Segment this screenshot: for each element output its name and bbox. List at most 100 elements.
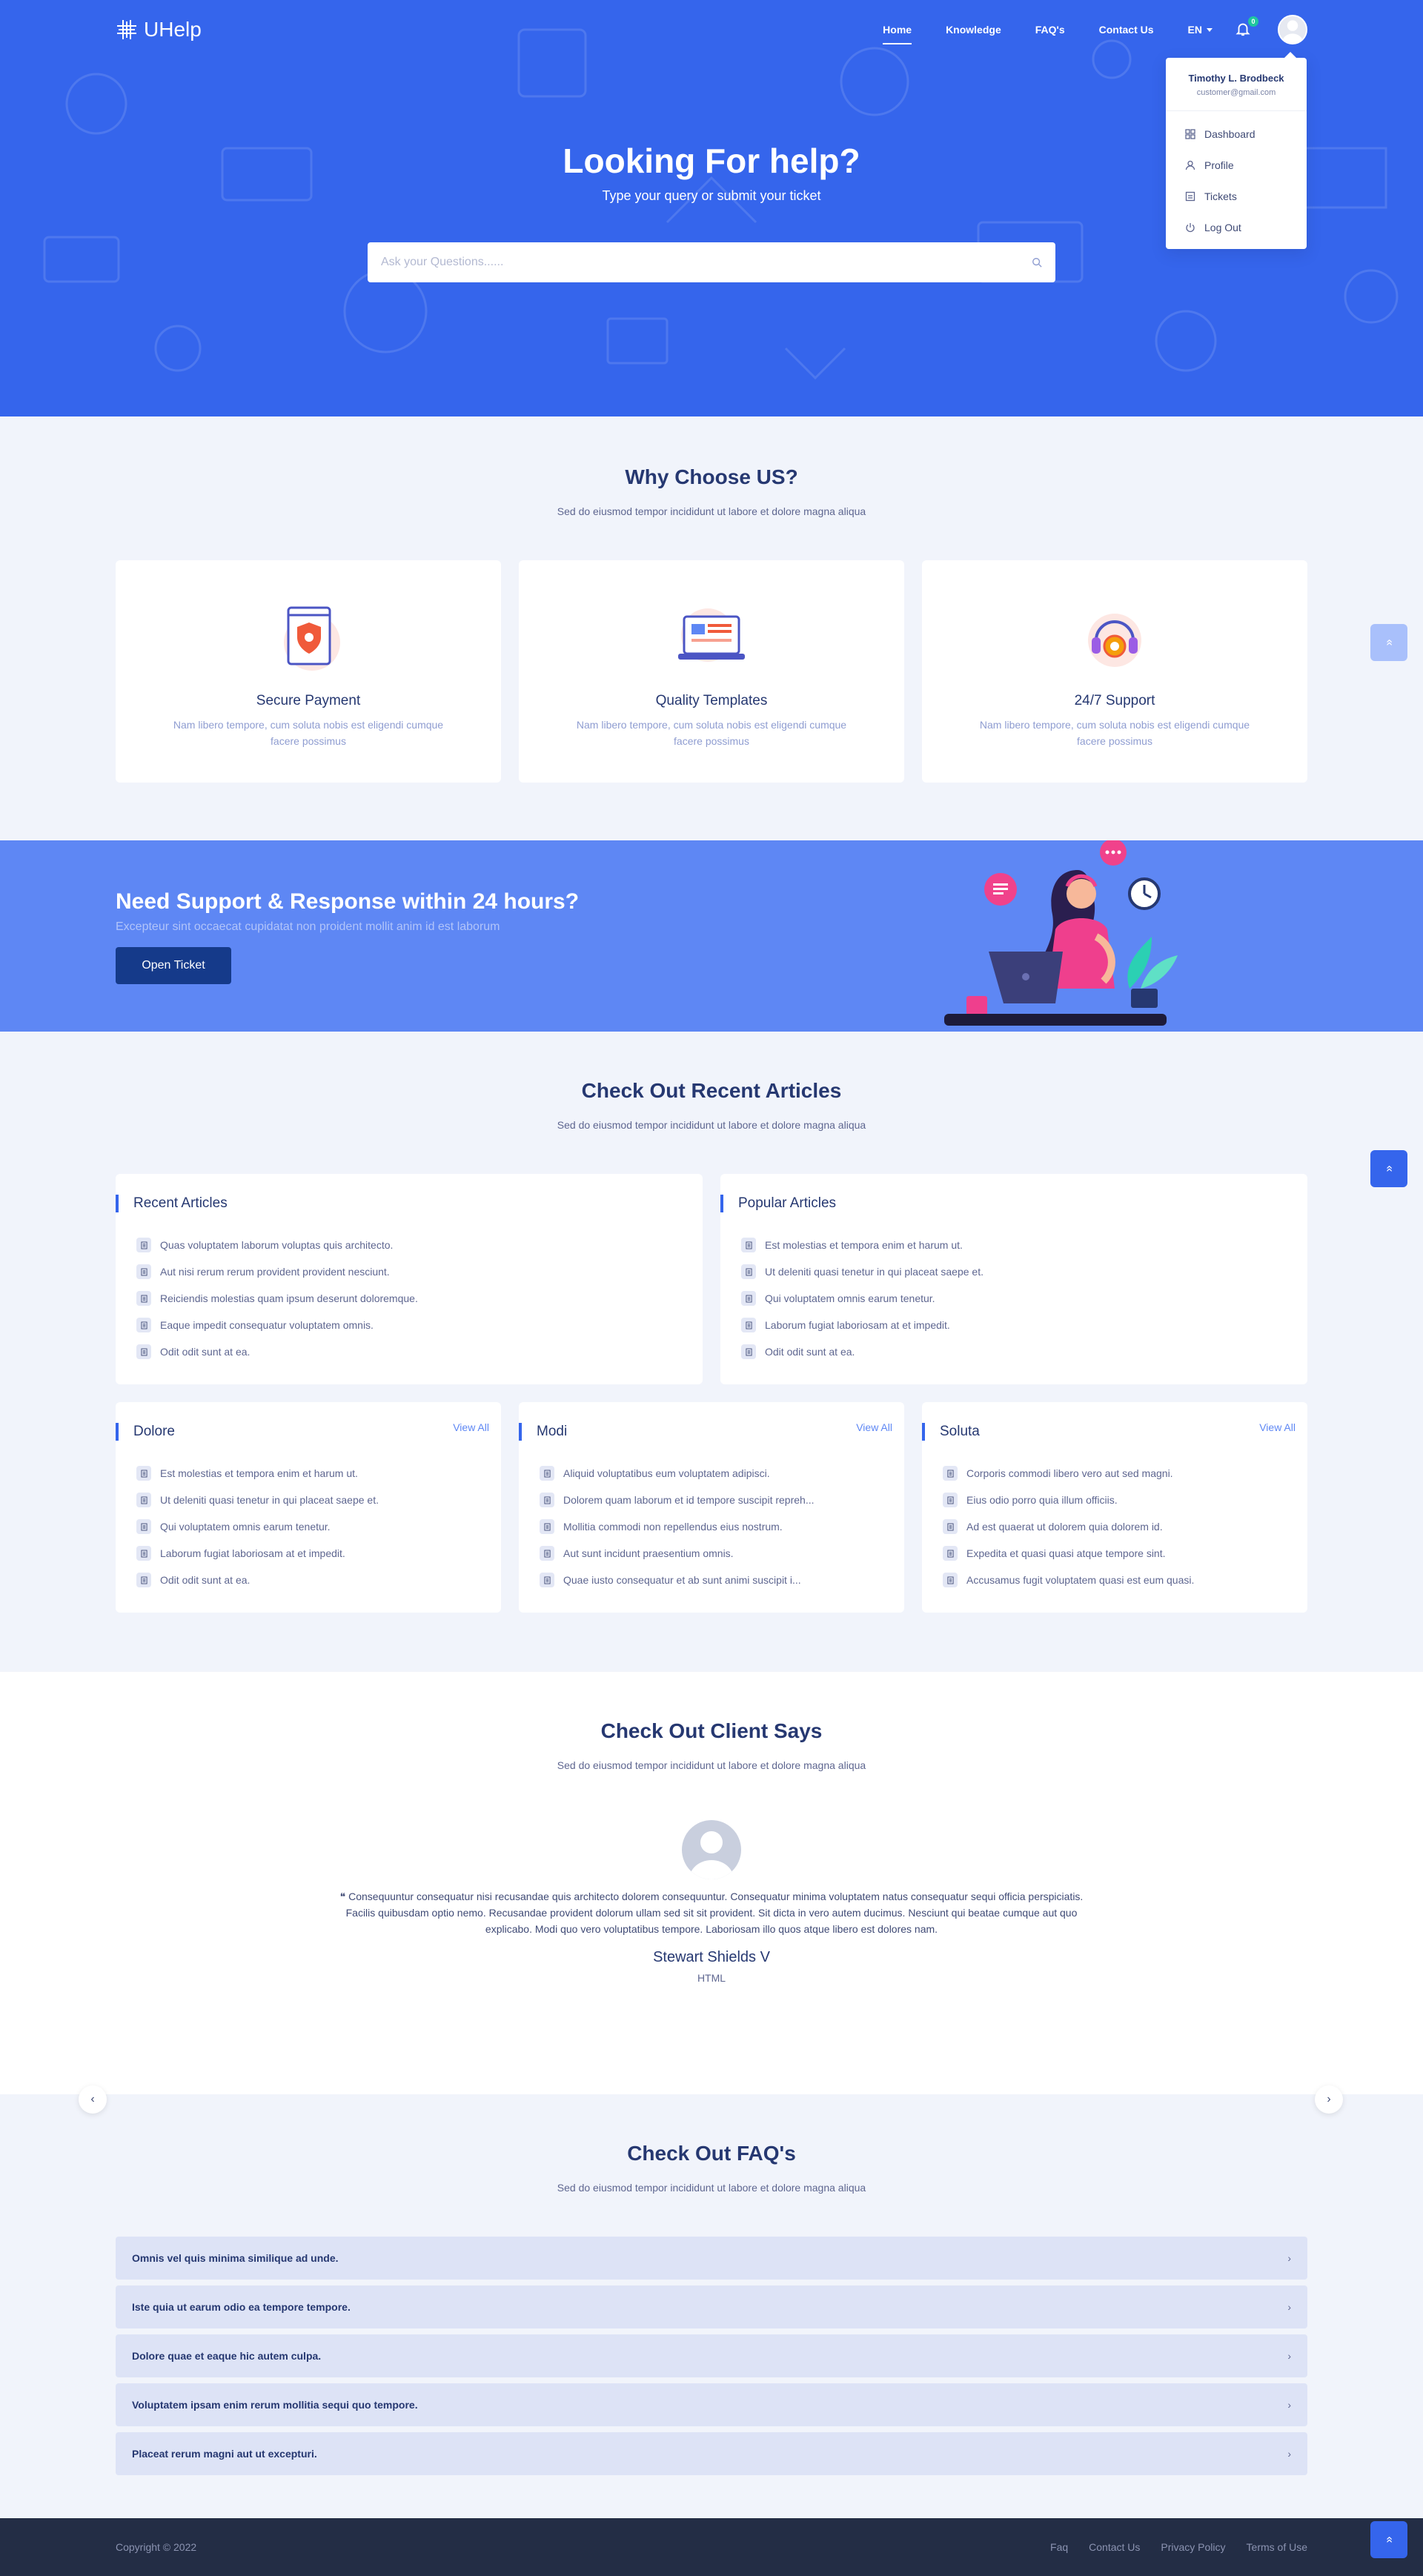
menu-tickets[interactable]: Tickets (1166, 181, 1307, 212)
carousel-prev-button[interactable]: ‹ (79, 2085, 107, 2114)
menu-logout[interactable]: Log Out (1166, 212, 1307, 243)
article-link[interactable]: Ad est quaerat ut dolorem quia dolorem i… (943, 1513, 1307, 1540)
article-title: Qui voluptatem omnis earum tenetur. (160, 1521, 331, 1533)
article-title: Ut deleniti quasi tenetur in qui placeat… (160, 1494, 379, 1506)
document-icon (741, 1291, 756, 1306)
notifications-button[interactable]: 0 (1235, 16, 1258, 39)
article-link[interactable]: Aliquid voluptatibus eum voluptatem adip… (540, 1460, 904, 1487)
notification-badge: 0 (1248, 16, 1258, 27)
document-icon (136, 1318, 151, 1332)
support-title: Need Support & Response within 24 hours? (116, 889, 580, 914)
user-avatar-icon (689, 1831, 734, 1879)
article-link[interactable]: Accusamus fugit voluptatem quasi est eum… (943, 1567, 1307, 1593)
footer-link-faq[interactable]: Faq (1050, 2541, 1068, 2553)
why-title: Why Choose US? (625, 465, 798, 488)
article-link[interactable]: Corporis commodi libero vero aut sed mag… (943, 1460, 1307, 1487)
why-subtitle: Sed do eiusmod tempor incididunt ut labo… (557, 505, 866, 517)
article-link[interactable]: Ut deleniti quasi tenetur in qui placeat… (136, 1487, 501, 1513)
article-title: Quas voluptatem laborum voluptas quis ar… (160, 1239, 394, 1251)
article-link[interactable]: Qui voluptatem omnis earum tenetur. (741, 1285, 1307, 1312)
article-title: Accusamus fugit voluptatem quasi est eum… (966, 1574, 1195, 1586)
article-link[interactable]: Eaque impedit consequatur voluptatem omn… (136, 1312, 703, 1338)
grid-logo-icon (117, 20, 136, 39)
open-ticket-button[interactable]: Open Ticket (116, 947, 231, 984)
faq-item[interactable]: Omnis vel quis minima similique ad unde.… (116, 2237, 1307, 2280)
document-icon (136, 1493, 151, 1507)
article-link[interactable]: Mollitia commodi non repellendus eius no… (540, 1513, 904, 1540)
article-link[interactable]: Quas voluptatem laborum voluptas quis ar… (136, 1232, 703, 1258)
article-link[interactable]: Ut deleniti quasi tenetur in qui placeat… (741, 1258, 1307, 1285)
faq-item[interactable]: Dolore quae et eaque hic autem culpa. › (116, 2334, 1307, 2377)
user-avatar-icon (1281, 20, 1304, 43)
nav-contact-us[interactable]: Contact Us (1099, 19, 1154, 40)
card-title: Dolore (133, 1424, 175, 1439)
secure-payment-icon (284, 606, 340, 671)
article-link[interactable]: Qui voluptatem omnis earum tenetur. (136, 1513, 501, 1540)
testimonials-subtitle: Sed do eiusmod tempor incididunt ut labo… (557, 1759, 866, 1771)
user-info: Timothy L. Brodbeck customer@gmail.com (1166, 58, 1307, 111)
article-link[interactable]: Quae iusto consequatur et ab sunt animi … (540, 1567, 904, 1593)
scroll-to-top-button[interactable]: « (1370, 624, 1407, 661)
menu-dashboard[interactable]: Dashboard (1166, 119, 1307, 150)
feature-title: Secure Payment (256, 693, 361, 708)
brand-logo[interactable]: UHelp (116, 18, 202, 42)
scroll-to-top-button[interactable]: « (1370, 1150, 1407, 1187)
article-link[interactable]: Odit odit sunt at ea. (741, 1338, 1307, 1365)
article-link[interactable]: Aut nisi rerum rerum provident provident… (136, 1258, 703, 1285)
article-link[interactable]: Odit odit sunt at ea. (136, 1567, 501, 1593)
popular-articles-card: Popular Articles Est molestias et tempor… (720, 1174, 1307, 1384)
document-icon (943, 1493, 958, 1507)
document-icon (943, 1519, 958, 1534)
footer-link-privacy[interactable]: Privacy Policy (1161, 2541, 1225, 2553)
ticket-icon (1185, 191, 1195, 202)
faq-item[interactable]: Iste quia ut earum odio ea tempore tempo… (116, 2285, 1307, 2328)
view-all-link[interactable]: View All (1259, 1421, 1296, 1433)
article-link[interactable]: Laborum fugiat laboriosam at et impedit. (741, 1312, 1307, 1338)
menu-profile-label: Profile (1204, 159, 1234, 171)
feature-text: Nam libero tempore, cum soluta nobis est… (173, 719, 444, 747)
carousel-next-button[interactable]: › (1315, 2085, 1343, 2114)
search-icon[interactable] (1032, 257, 1042, 268)
feature-text: Nam libero tempore, cum soluta nobis est… (979, 719, 1250, 747)
nav-faqs[interactable]: FAQ's (1035, 19, 1065, 40)
nav-knowledge[interactable]: Knowledge (946, 19, 1001, 40)
why-choose-us-section: Why Choose US? Sed do eiusmod tempor inc… (0, 416, 1423, 840)
nav-home[interactable]: Home (883, 19, 912, 44)
user-email: customer@gmail.com (1196, 88, 1276, 97)
view-all-link[interactable]: View All (453, 1421, 489, 1433)
article-title: Eius odio porro quia illum officiis. (966, 1494, 1118, 1506)
language-selector[interactable]: EN (1188, 24, 1213, 36)
article-title: Odit odit sunt at ea. (765, 1346, 855, 1358)
user-icon (1185, 160, 1195, 170)
article-link[interactable]: Aut sunt incidunt praesentium omnis. (540, 1540, 904, 1567)
faq-question: Omnis vel quis minima similique ad unde. (132, 2252, 339, 2264)
article-link[interactable]: Reiciendis molestias quam ipsum deserunt… (136, 1285, 703, 1312)
double-chevron-up-icon: « (1383, 1165, 1396, 1172)
view-all-link[interactable]: View All (856, 1421, 892, 1433)
article-link[interactable]: Eius odio porro quia illum officiis. (943, 1487, 1307, 1513)
article-link[interactable]: Odit odit sunt at ea. (136, 1338, 703, 1365)
footer-link-contact[interactable]: Contact Us (1089, 2541, 1140, 2553)
document-icon (741, 1264, 756, 1279)
article-title: Ut deleniti quasi tenetur in qui placeat… (765, 1266, 984, 1278)
faq-question: Placeat rerum magni aut ut excepturi. (132, 2448, 317, 2460)
search-input[interactable] (381, 256, 1032, 269)
footer-link-terms[interactable]: Terms of Use (1247, 2541, 1307, 2553)
support-headset-icon (1088, 614, 1141, 667)
article-link[interactable]: Est molestias et tempora enim et harum u… (136, 1460, 501, 1487)
article-title: Dolorem quam laborum et id tempore susci… (563, 1494, 815, 1506)
article-link[interactable]: Dolorem quam laborum et id tempore susci… (540, 1487, 904, 1513)
faq-subtitle: Sed do eiusmod tempor incididunt ut labo… (557, 2182, 866, 2194)
menu-profile[interactable]: Profile (1166, 150, 1307, 181)
user-avatar-button[interactable] (1278, 15, 1307, 44)
caret-down-icon (1207, 27, 1213, 32)
chevron-right-icon: › (1287, 2399, 1291, 2411)
feature-title: 24/7 Support (1074, 693, 1155, 708)
article-link[interactable]: Expedita et quasi quasi atque tempore si… (943, 1540, 1307, 1567)
faq-item[interactable]: Voluptatem ipsam enim rerum mollitia seq… (116, 2383, 1307, 2426)
article-link[interactable]: Laborum fugiat laboriosam at et impedit. (136, 1540, 501, 1567)
article-link[interactable]: Est molestias et tempora enim et harum u… (741, 1232, 1307, 1258)
scroll-to-top-button[interactable]: « (1370, 2521, 1407, 2558)
faq-item[interactable]: Placeat rerum magni aut ut excepturi. › (116, 2432, 1307, 2475)
article-title: Laborum fugiat laboriosam at et impedit. (160, 1547, 345, 1559)
